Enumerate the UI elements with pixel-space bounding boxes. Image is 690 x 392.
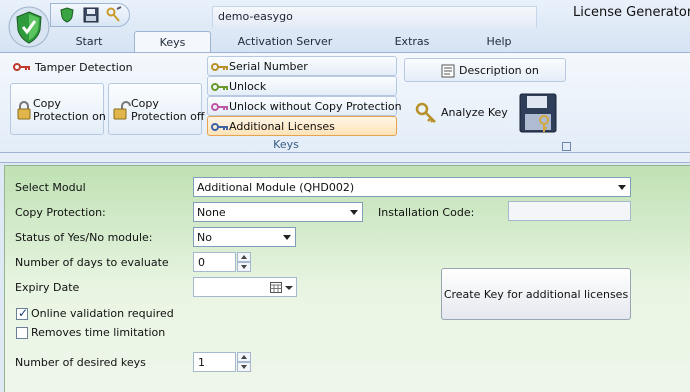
expiry-date-label: Expiry Date [15,281,80,294]
days-to-evaluate-value: 0 [198,256,205,269]
serial-number-label: Serial Number [229,60,308,73]
tab-start[interactable]: Start [62,31,116,53]
desired-keys-spinner[interactable] [237,352,251,372]
ribbon-divider [0,153,690,163]
unlock-label: Unlock [229,80,267,93]
ribbon: Tamper Detection Copy Protection on Copy… [0,52,690,153]
create-key-button[interactable]: Create Key for additional licenses [441,268,631,320]
unlock-without-copy-protection-button[interactable]: Unlock without Copy Protection [207,96,402,116]
app-shield-icon[interactable] [8,4,50,50]
title-bar: demo-easygo License Generator 3 Start Ke… [0,0,690,54]
description-on-label: Description on [459,64,539,77]
desired-keys-label: Number of desired keys [15,356,146,369]
key-gold-icon [211,62,229,75]
spin-up-icon[interactable] [237,252,251,262]
copy-protection-on-label-2: Protection on [33,110,106,123]
key-green-icon [211,82,229,95]
online-validation-label: Online validation required [31,307,174,320]
lock-open-icon [113,100,131,123]
check-icon: ✓ [18,306,29,320]
tab-extras[interactable]: Extras [380,31,444,53]
quick-access-toolbar [50,3,130,27]
ribbon-group-label: Keys [273,138,299,151]
additional-licenses-panel: Select Modul Additional Module (QHD002) … [4,165,690,392]
removes-time-limitation-label: Removes time limitation [31,326,166,339]
analyze-key-label: Analyze Key [441,106,508,119]
key-red-icon [13,62,31,75]
desired-keys-field[interactable]: 1 [193,352,236,372]
chevron-down-icon [350,210,358,215]
group-launcher-icon[interactable] [562,142,571,151]
select-modul-label: Select Modul [15,181,86,194]
document-tab[interactable]: demo-easygo [212,6,537,28]
copy-protection-off-button[interactable]: Copy Protection off [108,83,205,135]
removes-time-limitation-checkbox[interactable] [16,327,28,339]
save-icon[interactable] [82,6,100,24]
desired-keys-value: 1 [198,356,205,369]
online-validation-checkbox[interactable]: ✓ [16,306,29,320]
floppy-keys-icon [518,92,558,137]
unlock-without-copy-protection-label: Unlock without Copy Protection [229,100,402,113]
description-on-button[interactable]: Description on [404,58,566,82]
spin-down-icon[interactable] [237,362,251,372]
status-yes-no-dropdown[interactable]: No [193,227,296,247]
calendar-icon[interactable] [270,281,282,296]
days-to-evaluate-field[interactable]: 0 [193,252,236,272]
copy-protection-dropdown[interactable]: None [193,202,363,222]
key-brush-icon[interactable] [105,6,123,24]
save-keys-button[interactable] [515,89,559,135]
copy-protection-value: None [197,206,226,219]
expiry-date-picker[interactable] [193,277,297,297]
lock-closed-icon [16,100,32,123]
installation-code-label: Installation Code: [378,206,475,219]
spin-down-icon[interactable] [237,262,251,272]
chevron-down-icon [618,185,626,190]
copy-protection-off-label-1: Copy [131,97,159,110]
window-title: License Generator 3 [573,5,690,20]
tab-keys[interactable]: Keys [134,31,211,54]
status-yes-no-value: No [197,231,212,244]
document-tab-label: demo-easygo [218,10,293,23]
serial-number-button[interactable]: Serial Number [207,56,397,76]
select-modul-dropdown[interactable]: Additional Module (QHD002) [193,177,631,197]
tamper-detection-label: Tamper Detection [35,61,133,74]
key-pink-icon [211,102,229,115]
select-modul-value: Additional Module (QHD002) [197,181,355,194]
tab-activation-server[interactable]: Activation Server [228,31,342,53]
spin-up-icon[interactable] [237,352,251,362]
copy-protection-label: Copy Protection: [15,206,106,219]
tab-help[interactable]: Help [470,31,528,53]
chevron-down-icon [283,235,291,240]
additional-licenses-button[interactable]: Additional Licenses [207,116,397,136]
copy-protection-off-label-2: Protection off [131,110,205,123]
installation-code-field[interactable] [508,201,631,221]
key-magnifier-icon [415,102,437,127]
document-icon [441,64,455,81]
create-key-label: Create Key for additional licenses [443,288,629,301]
analyze-key-button[interactable]: Analyze Key [404,89,512,135]
days-to-evaluate-label: Number of days to evaluate [15,256,169,269]
tamper-detection-button[interactable]: Tamper Detection [8,57,204,77]
status-yes-no-label: Status of Yes/No module: [15,231,153,244]
key-blue-icon [211,122,229,135]
days-to-evaluate-spinner[interactable] [237,252,251,272]
copy-protection-on-label-1: Copy [33,97,61,110]
copy-protection-on-button[interactable]: Copy Protection on [10,83,106,135]
shield-small-icon[interactable] [58,6,76,24]
additional-licenses-label: Additional Licenses [229,120,335,133]
unlock-button[interactable]: Unlock [207,76,397,96]
chevron-down-icon [285,286,293,290]
